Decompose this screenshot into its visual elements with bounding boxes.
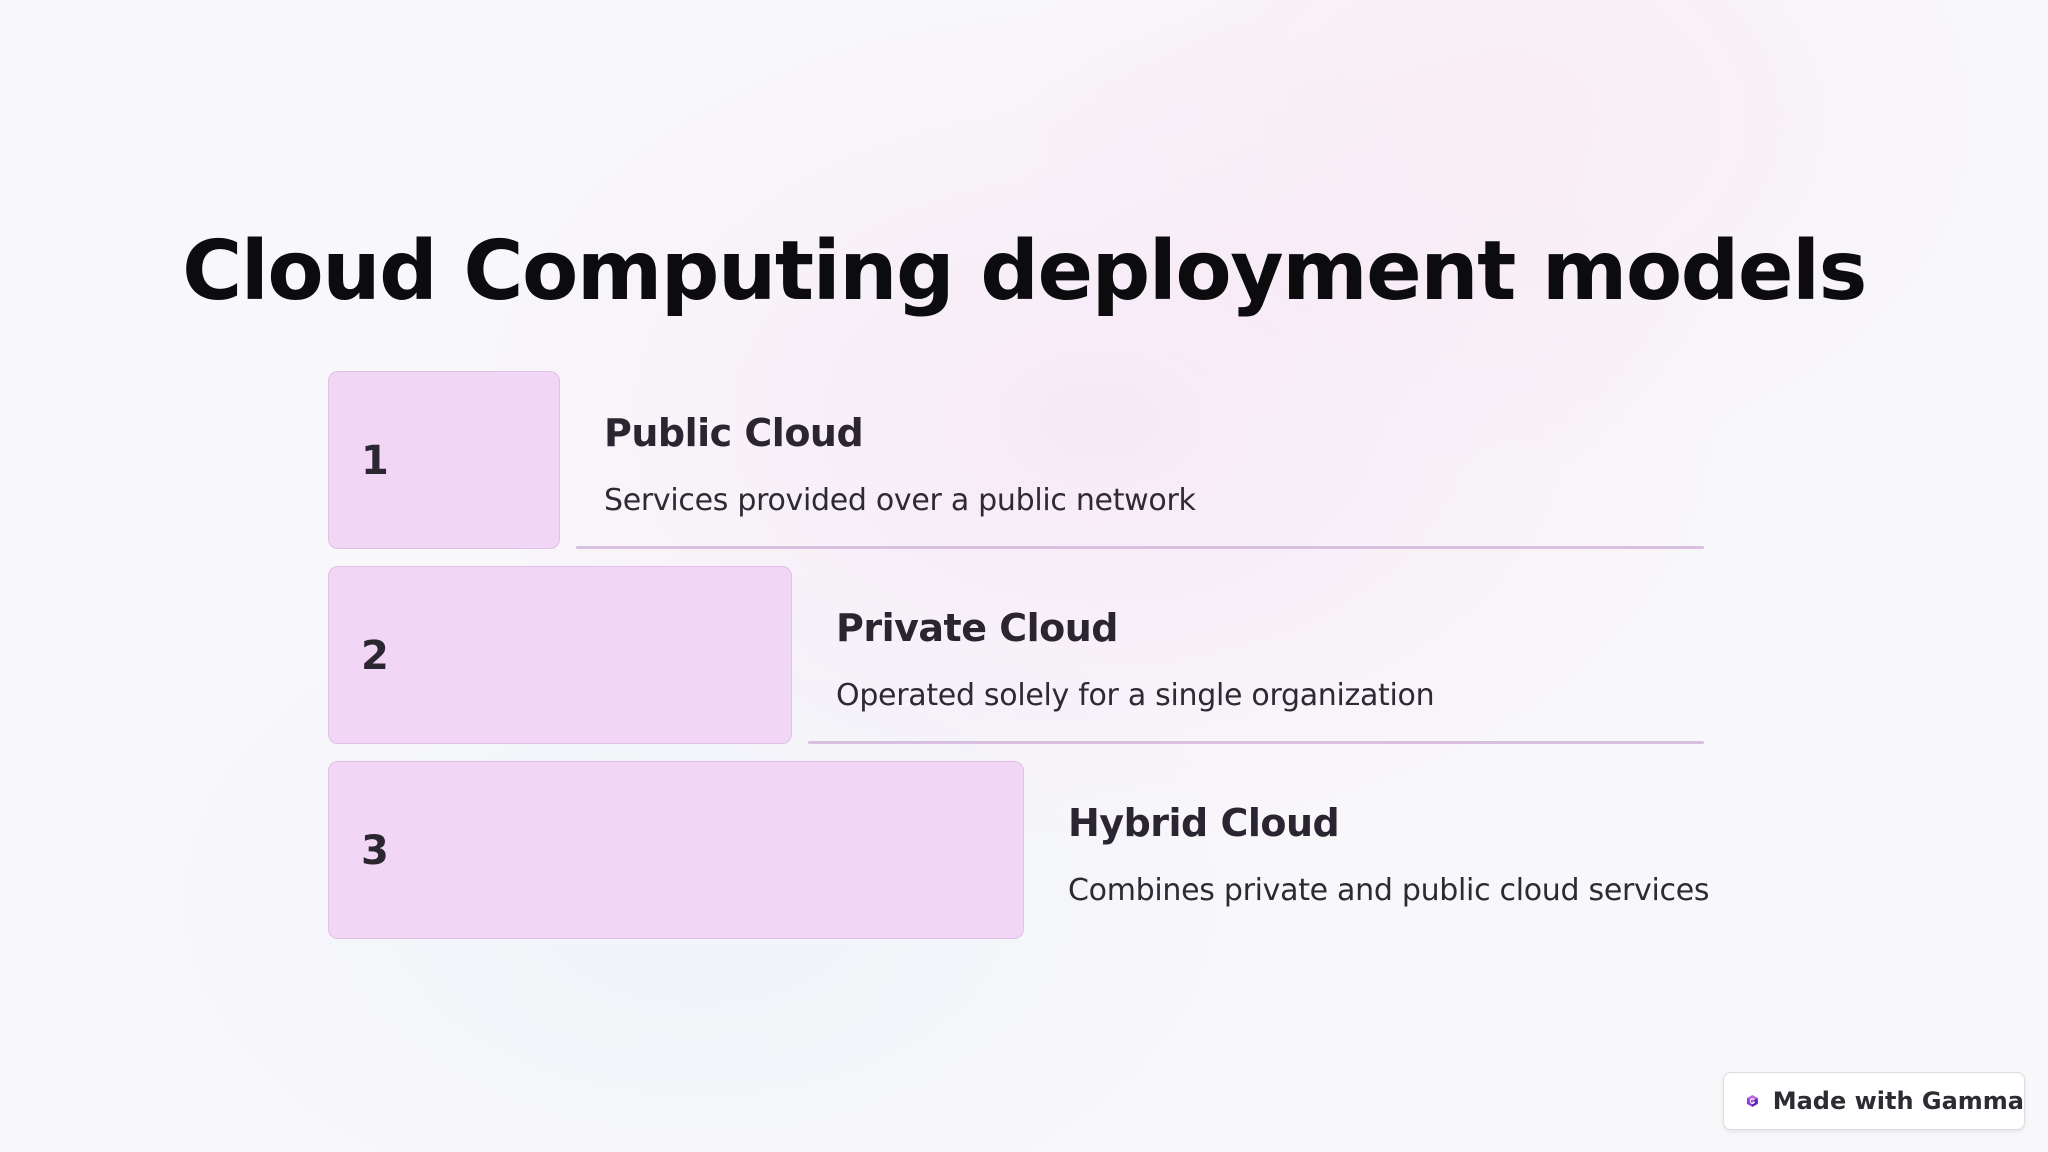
step-text-block: Hybrid Cloud Combines private and public… (1040, 761, 1710, 939)
step-description: Operated solely for a single organizatio… (836, 678, 1435, 713)
step-heading: Private Cloud (836, 606, 1118, 650)
step-number-box: 2 (328, 566, 792, 744)
step-heading: Hybrid Cloud (1068, 801, 1340, 845)
slide-title: Cloud Computing deployment models (182, 224, 1867, 319)
gamma-logo-icon (1746, 1095, 1758, 1107)
step-number: 1 (361, 438, 389, 484)
step-divider (576, 546, 1704, 549)
step-divider (808, 741, 1704, 744)
made-with-gamma-badge[interactable]: Made with Gamma (1723, 1072, 2025, 1130)
step-number: 3 (361, 828, 389, 874)
step-number: 2 (361, 633, 389, 679)
step-text-block: Private Cloud Operated solely for a sing… (808, 566, 1704, 744)
slide: Cloud Computing deployment models 1 Publ… (0, 0, 2048, 1152)
step-description: Services provided over a public network (604, 483, 1196, 518)
step-number-box: 1 (328, 371, 560, 549)
step-heading: Public Cloud (604, 411, 864, 455)
step-text-block: Public Cloud Services provided over a pu… (576, 371, 1704, 549)
badge-label: Made with Gamma (1772, 1087, 2024, 1115)
step-description: Combines private and public cloud servic… (1068, 873, 1710, 908)
step-number-box: 3 (328, 761, 1024, 939)
